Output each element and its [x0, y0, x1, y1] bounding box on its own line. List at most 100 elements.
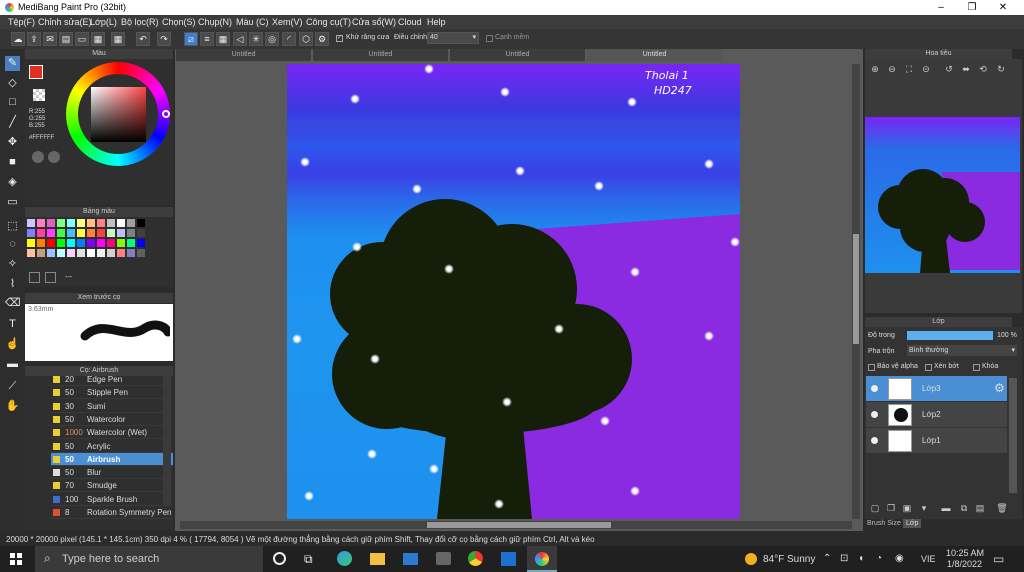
palette-swatch[interactable] — [137, 229, 145, 237]
tab-untitled-4[interactable]: Untitled — [587, 49, 722, 61]
merge-icon[interactable]: ⧉ — [958, 502, 970, 514]
snap-radial-icon[interactable]: ✳ — [249, 32, 263, 46]
app-icon[interactable] — [501, 552, 516, 566]
rotate-left-icon[interactable]: ↺ — [943, 63, 955, 75]
select-pen-icon[interactable]: ⌇ — [5, 277, 20, 292]
menu-snap[interactable]: Chụp(N) — [198, 17, 232, 27]
close-button[interactable]: ✕ — [988, 0, 1018, 15]
snap-parallel-icon[interactable]: ≡ — [200, 32, 214, 46]
color-history-icon[interactable] — [48, 151, 60, 163]
zoom-actual-icon[interactable]: ⊝ — [920, 63, 932, 75]
palette-swatch[interactable] — [37, 239, 45, 247]
palette-swatch[interactable] — [107, 239, 115, 247]
copy-layer-icon[interactable]: ▣ — [901, 502, 913, 514]
edge-icon[interactable] — [337, 551, 352, 566]
color-mode-icon[interactable] — [32, 151, 44, 163]
protect-alpha-checkbox[interactable] — [868, 364, 875, 371]
comment-icon[interactable]: ✉ — [43, 32, 57, 46]
palette-swatch[interactable] — [137, 249, 145, 257]
file-explorer-icon[interactable] — [370, 553, 385, 565]
adjust-input[interactable]: 40 ▾ — [427, 32, 479, 44]
brush-item[interactable]: 50 Blur — [51, 466, 173, 480]
brush-item[interactable]: 20 Edge Pen — [51, 376, 173, 386]
palette-swatch[interactable] — [57, 219, 65, 227]
windows-start-icon[interactable] — [10, 553, 22, 565]
palette-swatch[interactable] — [77, 249, 85, 257]
gradient-tool-icon[interactable]: ▭ — [5, 195, 20, 210]
hue-ring[interactable] — [66, 62, 170, 166]
rotate-right-icon[interactable]: ↻ — [995, 63, 1007, 75]
clock-date[interactable]: 1/8/2022 — [947, 559, 982, 569]
mail-icon[interactable] — [403, 553, 418, 565]
palette-swatch[interactable] — [97, 239, 105, 247]
chrome-icon[interactable] — [468, 551, 483, 566]
palette-swatches[interactable] — [27, 219, 155, 263]
snap-circle-icon[interactable]: ◎ — [265, 32, 279, 46]
palette-swatch[interactable] — [97, 229, 105, 237]
delete-layer-icon[interactable]: 🗑 — [996, 502, 1008, 514]
menu-help[interactable]: Help — [427, 17, 446, 27]
antialias-checkbox[interactable]: ✓ — [336, 35, 343, 42]
palette-swatch[interactable] — [37, 249, 45, 257]
palette-swatch[interactable] — [87, 239, 95, 247]
palette-swatch[interactable] — [47, 229, 55, 237]
new-layer-icon[interactable]: ▢ — [869, 502, 881, 514]
palette-swatch[interactable] — [107, 229, 115, 237]
brush-tool-icon[interactable]: ✎ — [5, 56, 20, 71]
tab-untitled-2[interactable]: Untitled — [313, 49, 448, 61]
snap-grid-icon[interactable]: ▦ — [216, 32, 230, 46]
palette-swatch[interactable] — [117, 219, 125, 227]
maximize-button[interactable]: ❐ — [957, 0, 987, 15]
clipping-checkbox[interactable] — [925, 364, 932, 371]
hand-tool-icon[interactable]: ✋ — [5, 399, 20, 414]
divide-tool-icon[interactable]: ▬ — [5, 357, 20, 372]
brush-item[interactable]: 1000 Watercolor (Wet) — [51, 426, 173, 440]
undo-icon[interactable]: ↶ — [136, 32, 150, 46]
zoom-in-icon[interactable]: ⊕ — [869, 63, 881, 75]
palette-swatch[interactable] — [57, 239, 65, 247]
fit-icon[interactable]: ⛶ — [903, 63, 915, 75]
palette-swatch[interactable] — [27, 219, 35, 227]
canvas-horizontal-scrollbar[interactable] — [180, 521, 852, 529]
brush-item[interactable]: 50Airbrush⚙ — [51, 452, 173, 466]
palette-swatch[interactable] — [97, 249, 105, 257]
camera-icon[interactable] — [436, 552, 451, 565]
tab-untitled-3[interactable]: Untitled — [450, 49, 585, 61]
chat-icon[interactable]: ▤ — [59, 32, 73, 46]
palette-swatch[interactable] — [87, 229, 95, 237]
opacity-slider[interactable] — [907, 331, 993, 340]
clock-time[interactable]: 10:25 AM — [946, 548, 984, 558]
share-icon[interactable]: ▦ — [91, 32, 105, 46]
folder-icon[interactable]: ▬ — [940, 502, 952, 514]
settings-icon[interactable]: ⚙ — [315, 32, 329, 46]
tab-untitled-1[interactable]: Untitled — [176, 49, 311, 61]
menu-view[interactable]: Xem(V) — [272, 17, 303, 27]
redo-icon[interactable]: ↷ — [157, 32, 171, 46]
snap-perspective-icon[interactable]: ◁ — [233, 32, 247, 46]
layer-menu-icon[interactable]: ▾ — [918, 502, 930, 514]
cortana-icon[interactable] — [273, 552, 286, 565]
upload-icon[interactable]: ⇪ — [27, 32, 41, 46]
palette-swatch[interactable] — [77, 229, 85, 237]
medibang-taskbar-icon[interactable] — [527, 546, 557, 572]
palette-swatch[interactable] — [137, 239, 145, 247]
network-icon[interactable]: ⊡ — [840, 553, 848, 564]
layer-scrollbar[interactable] — [1009, 378, 1017, 493]
menu-select[interactable]: Chọn(S) — [162, 17, 196, 27]
reset-icon[interactable]: ⟲ — [977, 63, 989, 75]
palette-swatch[interactable] — [87, 219, 95, 227]
eyedropper-tool-icon[interactable]: ⟋ — [5, 379, 20, 394]
snap-3d-icon[interactable]: ⬡ — [299, 32, 313, 46]
brush-item[interactable]: 70 Smudge — [51, 479, 173, 493]
foreground-color-swatch[interactable] — [29, 65, 43, 79]
palette-swatch[interactable] — [107, 249, 115, 257]
gear-icon[interactable]: ⚙ — [994, 381, 1005, 395]
select-eraser-icon[interactable]: ⌫ — [5, 296, 21, 311]
brush-item[interactable]: 50 Stipple Pen — [51, 386, 173, 400]
layer-item-lop1[interactable]: Lớp1 — [866, 428, 1007, 454]
saturation-square[interactable] — [91, 87, 146, 142]
visibility-icon[interactable] — [871, 385, 878, 392]
brush-list-scrollbar[interactable] — [163, 376, 171, 506]
weather-text[interactable]: 84°F Sunny — [763, 554, 815, 565]
palette-swatch[interactable] — [127, 249, 135, 257]
